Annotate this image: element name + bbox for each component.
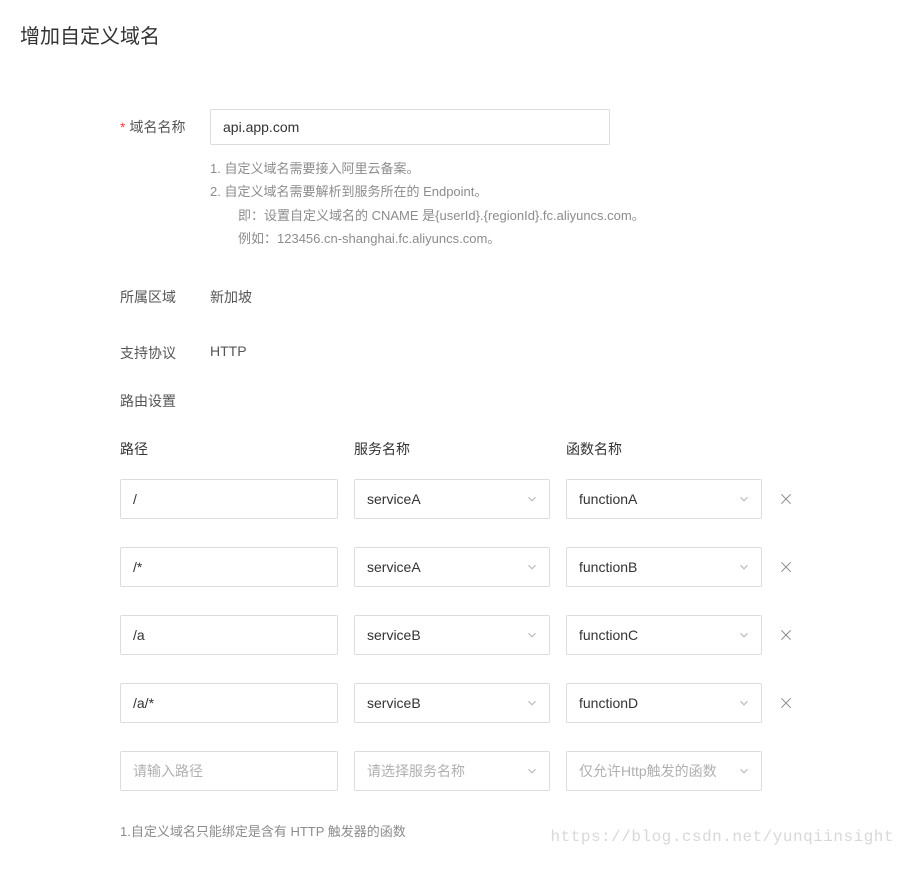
required-mark: * — [120, 119, 125, 135]
close-icon — [778, 491, 794, 507]
route-path-input[interactable] — [120, 751, 338, 791]
route-function-select[interactable]: functionB — [566, 547, 762, 587]
route-path-input[interactable] — [120, 479, 338, 519]
chevron-down-icon — [525, 560, 539, 574]
route-path-input[interactable] — [120, 547, 338, 587]
close-icon — [778, 559, 794, 575]
chevron-down-icon — [525, 628, 539, 642]
route-section-label: 路由设置 — [120, 391, 892, 411]
chevron-down-icon — [737, 764, 751, 778]
delete-route-button[interactable] — [774, 555, 798, 579]
chevron-down-icon — [737, 628, 751, 642]
domain-hints: 1. 自定义域名需要接入阿里云备案。 2. 自定义域名需要解析到服务所在的 En… — [210, 157, 892, 251]
watermark: https://blog.csdn.net/yunqiinsight — [551, 828, 894, 846]
route-header-service: 服务名称 — [354, 439, 550, 459]
protocol-label: 支持协议 — [120, 335, 210, 363]
close-icon — [778, 695, 794, 711]
chevron-down-icon — [525, 696, 539, 710]
route-service-select[interactable]: serviceA — [354, 479, 550, 519]
chevron-down-icon — [525, 764, 539, 778]
route-path-input[interactable] — [120, 615, 338, 655]
region-value: 新加坡 — [210, 279, 892, 307]
route-service-select[interactable]: serviceB — [354, 683, 550, 723]
region-label: 所属区域 — [120, 279, 210, 307]
route-path-input[interactable] — [120, 683, 338, 723]
chevron-down-icon — [737, 560, 751, 574]
delete-route-button[interactable] — [774, 623, 798, 647]
route-function-select[interactable]: functionD — [566, 683, 762, 723]
route-row: serviceB functionC — [120, 615, 800, 655]
route-function-select[interactable]: functionA — [566, 479, 762, 519]
route-placeholder-row: 请选择服务名称 仅允许Http触发的函数 — [120, 751, 800, 791]
route-header-path: 路径 — [120, 439, 338, 459]
protocol-value: HTTP — [210, 335, 892, 359]
domain-input[interactable] — [210, 109, 610, 145]
route-service-select[interactable]: serviceB — [354, 615, 550, 655]
route-function-select[interactable]: 仅允许Http触发的函数 — [566, 751, 762, 791]
page-title: 增加自定义域名 — [20, 20, 892, 49]
close-icon — [778, 627, 794, 643]
chevron-down-icon — [525, 492, 539, 506]
delete-route-button[interactable] — [774, 487, 798, 511]
route-service-select[interactable]: serviceA — [354, 547, 550, 587]
domain-label: *域名名称 — [120, 109, 210, 137]
chevron-down-icon — [737, 492, 751, 506]
chevron-down-icon — [737, 696, 751, 710]
route-header-function: 函数名称 — [566, 439, 762, 459]
route-row: serviceA functionB — [120, 547, 800, 587]
route-row: serviceA functionA — [120, 479, 800, 519]
delete-route-button[interactable] — [774, 691, 798, 715]
route-row: serviceB functionD — [120, 683, 800, 723]
route-service-select[interactable]: 请选择服务名称 — [354, 751, 550, 791]
route-function-select[interactable]: functionC — [566, 615, 762, 655]
